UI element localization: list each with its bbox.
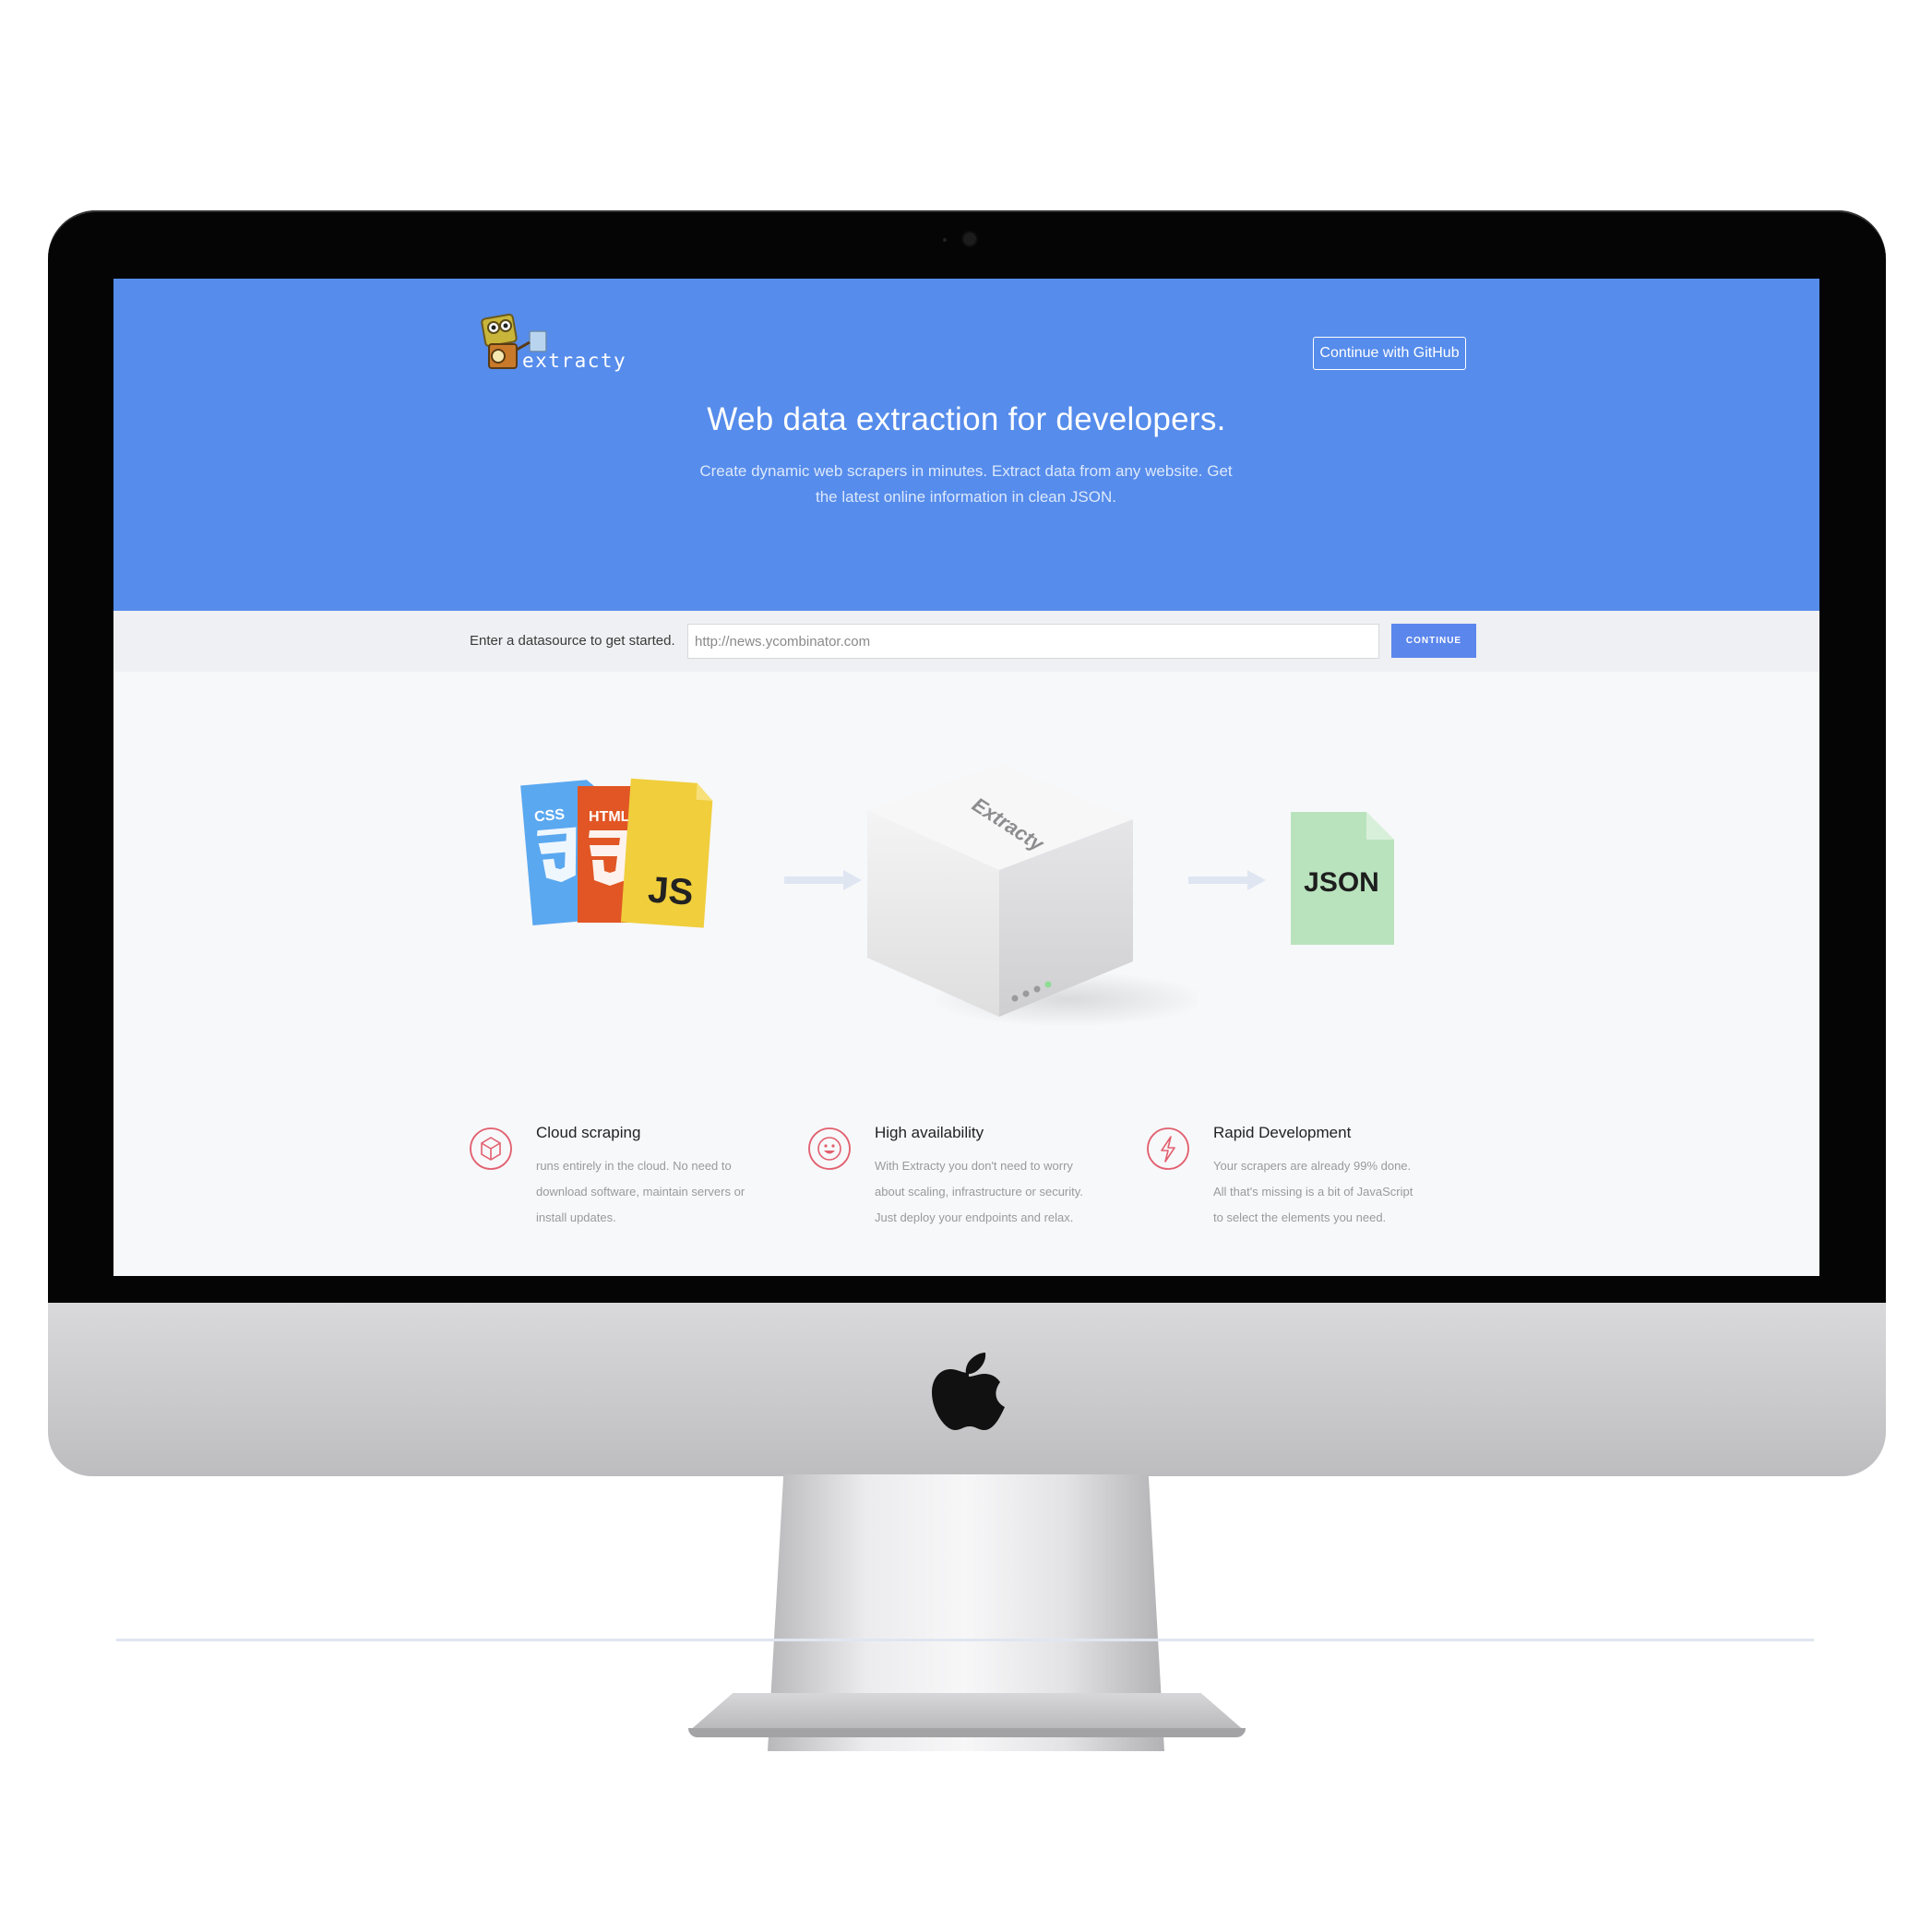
css-file-label: CSS: [533, 806, 566, 825]
arrow-right-icon: [784, 870, 862, 890]
table-reflection: [116, 1639, 1814, 1641]
js-file-label: JS: [647, 869, 695, 912]
feature-description: With Extracty you don't need to worry ab…: [875, 1159, 1083, 1224]
source-files-illustration: CSS HTML JS: [520, 778, 713, 928]
json-file-icon: JSON: [1291, 812, 1394, 945]
smiley-icon: [808, 1127, 851, 1170]
screen: extracty Continue with GitHub Web data e…: [113, 279, 1819, 1276]
hero-title: Web data extraction for developers.: [707, 401, 1226, 437]
continue-button[interactable]: CONTINUE: [1391, 624, 1476, 658]
features-section: Cloud scraping runs entirely in the clou…: [113, 1124, 1819, 1276]
hero-section: extracty Continue with GitHub Web data e…: [113, 279, 1819, 611]
datasource-label: Enter a datasource to get started.: [470, 633, 675, 649]
hero-subtitle: Create dynamic web scrapers in minutes. …: [699, 462, 1233, 506]
js-file-icon: JS: [620, 778, 713, 928]
continue-with-github-button[interactable]: Continue with GitHub: [1313, 337, 1466, 370]
monitor-stand-base: [688, 1693, 1246, 1732]
datasource-url-input[interactable]: [687, 624, 1379, 659]
cube-icon: [470, 1127, 512, 1170]
json-file-label: JSON: [1304, 867, 1379, 898]
camera-icon: [963, 233, 976, 245]
monitor-stand-foot: [688, 1728, 1246, 1737]
extracty-engine-cube: Extracty: [867, 764, 1198, 1027]
apple-logo-icon: [932, 1353, 1005, 1430]
feature-description: Your scrapers are already 99% done. All …: [1213, 1159, 1413, 1224]
camera-sensor: [943, 238, 947, 242]
lightning-icon: [1147, 1127, 1189, 1170]
feature-title: High availability: [875, 1124, 984, 1141]
feature-title: Rapid Development: [1213, 1124, 1352, 1141]
html-file-label: HTML: [589, 809, 630, 825]
workflow-diagram: CSS HTML JS Extracty JSON: [113, 672, 1819, 1124]
feature-title: Cloud scraping: [536, 1124, 641, 1141]
arrow-right-icon: [1188, 870, 1266, 890]
feature-description: runs entirely in the cloud. No need to d…: [536, 1159, 745, 1224]
brand-name: extracty: [522, 350, 627, 372]
datasource-bar: Enter a datasource to get started. CONTI…: [113, 611, 1819, 672]
